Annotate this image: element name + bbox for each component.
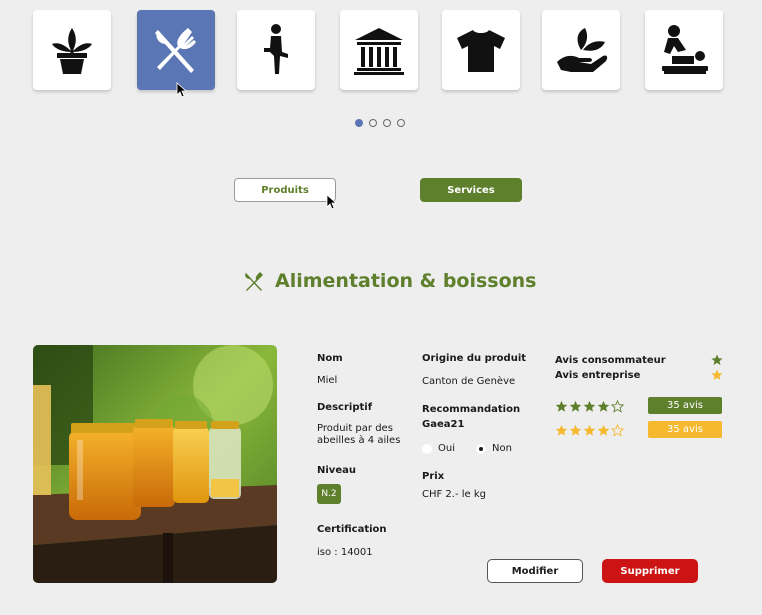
star-empty-icon[interactable]	[611, 424, 624, 437]
mouse-cursor-icon	[326, 194, 338, 210]
consommateur-avis-badge[interactable]: 35 avis	[648, 397, 722, 414]
plant-pot-icon	[52, 28, 92, 74]
star-filled-icon[interactable]	[597, 400, 610, 413]
carousel-pagination	[355, 119, 405, 127]
prix-label: Prix	[422, 471, 445, 482]
prix-value: CHF 2.- le kg	[422, 489, 487, 500]
radio-oui-label: Oui	[438, 443, 455, 454]
modifier-button[interactable]: Modifier	[487, 559, 583, 583]
radio-oui-circle[interactable]	[422, 443, 432, 454]
star-filled-icon[interactable]	[583, 424, 596, 437]
tshirt-icon	[457, 30, 505, 72]
entreprise-avis-badge[interactable]: 35 avis	[648, 421, 722, 438]
entreprise-star-rating[interactable]	[555, 424, 624, 437]
massage-icon	[662, 25, 708, 74]
produits-button[interactable]: Produits	[234, 178, 336, 202]
services-button[interactable]: Services	[420, 178, 522, 202]
certification-label: Certification	[317, 524, 387, 535]
category-massage[interactable]	[645, 10, 723, 90]
nom-value: Miel	[317, 375, 338, 386]
category-plants[interactable]	[33, 10, 111, 90]
carousel-dot-2[interactable]	[369, 119, 377, 127]
avis-entreprise-label: Avis entreprise	[555, 370, 641, 381]
descriptif-value-line2: abeilles à 4 ailes	[317, 435, 401, 446]
fork-knife-icon	[245, 272, 263, 291]
category-institutions[interactable]	[340, 10, 418, 90]
section-heading: Alimentation & boissons	[243, 270, 537, 292]
fork-knife-icon	[155, 28, 196, 73]
nom-label: Nom	[317, 353, 343, 364]
avis-consommateur-label: Avis consommateur	[555, 355, 666, 366]
star-filled-icon[interactable]	[569, 400, 582, 413]
recommandation-label-line2: Gaea21	[422, 419, 465, 430]
category-environment[interactable]	[542, 10, 620, 90]
niveau-label: Niveau	[317, 465, 356, 476]
star-filled-icon[interactable]	[555, 424, 568, 437]
category-wellness[interactable]	[237, 10, 315, 90]
category-food[interactable]	[137, 10, 215, 90]
institution-building-icon	[354, 28, 404, 75]
radio-non-label: Non	[492, 443, 512, 454]
radio-oui[interactable]: Oui	[422, 443, 455, 454]
radio-non-circle[interactable]	[476, 443, 486, 454]
descriptif-label: Descriptif	[317, 402, 373, 413]
consommateur-star-rating[interactable]	[555, 400, 624, 413]
radio-non[interactable]: Non	[476, 443, 512, 454]
niveau-badge: N.2	[317, 484, 341, 504]
certification-value: iso : 14001	[317, 547, 373, 558]
star-filled-icon[interactable]	[583, 400, 596, 413]
recommandation-label-line1: Recommandation	[422, 404, 521, 415]
section-title: Alimentation & boissons	[275, 270, 537, 292]
yellow-star-icon	[711, 369, 723, 380]
category-carousel	[33, 10, 723, 90]
origine-value: Canton de Genève	[422, 376, 516, 387]
carousel-dot-3[interactable]	[383, 119, 391, 127]
carousel-dot-1[interactable]	[355, 119, 363, 127]
yoga-person-icon	[264, 24, 288, 74]
star-filled-icon[interactable]	[569, 424, 582, 437]
mouse-cursor-icon	[176, 82, 188, 98]
supprimer-button[interactable]: Supprimer	[602, 559, 698, 583]
carousel-dot-4[interactable]	[397, 119, 405, 127]
star-filled-icon[interactable]	[555, 400, 568, 413]
green-star-icon	[711, 354, 723, 365]
star-filled-icon[interactable]	[597, 424, 610, 437]
origine-label: Origine du produit	[422, 353, 527, 364]
star-empty-icon[interactable]	[611, 400, 624, 413]
honey-jars-photo	[33, 345, 277, 583]
hand-with-leaves-icon	[557, 28, 608, 72]
category-clothing[interactable]	[442, 10, 520, 90]
descriptif-value-line1: Produit par des	[317, 423, 393, 434]
